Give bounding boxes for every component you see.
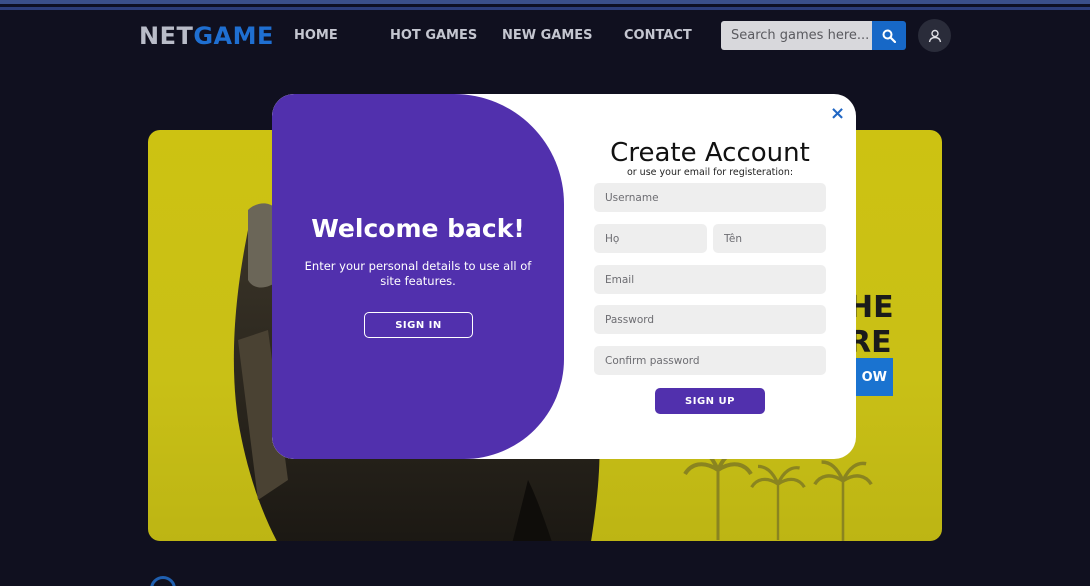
welcome-subtitle: Enter your personal details to use all o… [304, 259, 532, 288]
sign-up-button[interactable]: SIGN UP [655, 388, 765, 414]
search-button[interactable] [872, 21, 906, 50]
user-icon [928, 29, 941, 42]
close-icon[interactable]: × [830, 105, 845, 123]
email-field[interactable] [594, 265, 826, 294]
password-field[interactable] [594, 305, 826, 334]
welcome-title: Welcome back! [311, 214, 525, 243]
nav-new-games[interactable]: NEW GAMES [502, 28, 593, 43]
auth-modal: Welcome back! Enter your personal detail… [272, 94, 856, 459]
hero-cta-button[interactable]: OW [854, 358, 893, 396]
user-account-button[interactable] [918, 19, 951, 52]
site-logo[interactable]: NETGAME [139, 22, 274, 50]
search-icon [882, 29, 896, 43]
nav-hot-games[interactable]: HOT GAMES [390, 28, 477, 43]
logo-game: GAME [193, 22, 274, 50]
top-accent-stripe [0, 0, 1090, 10]
first-name-field[interactable] [594, 224, 707, 253]
navbar: NETGAME HOME HOT GAMES NEW GAMES CONTACT [0, 10, 1090, 62]
create-account-subtitle: or use your email for registeration: [626, 167, 794, 178]
create-account-title: Create Account [610, 138, 810, 168]
welcome-panel: Welcome back! Enter your personal detail… [272, 94, 564, 459]
search-input[interactable] [721, 21, 872, 50]
logo-net: NET [139, 22, 194, 50]
last-name-field[interactable] [713, 224, 826, 253]
scroll-indicator [150, 576, 176, 586]
username-field[interactable] [594, 183, 826, 212]
palm-tree-decoration [750, 464, 806, 540]
nav-contact[interactable]: CONTACT [624, 28, 692, 43]
confirm-password-field[interactable] [594, 346, 826, 375]
sign-in-button[interactable]: SIGN IN [364, 312, 473, 338]
palm-tree-decoration [813, 460, 873, 541]
nav-home[interactable]: HOME [294, 28, 338, 43]
